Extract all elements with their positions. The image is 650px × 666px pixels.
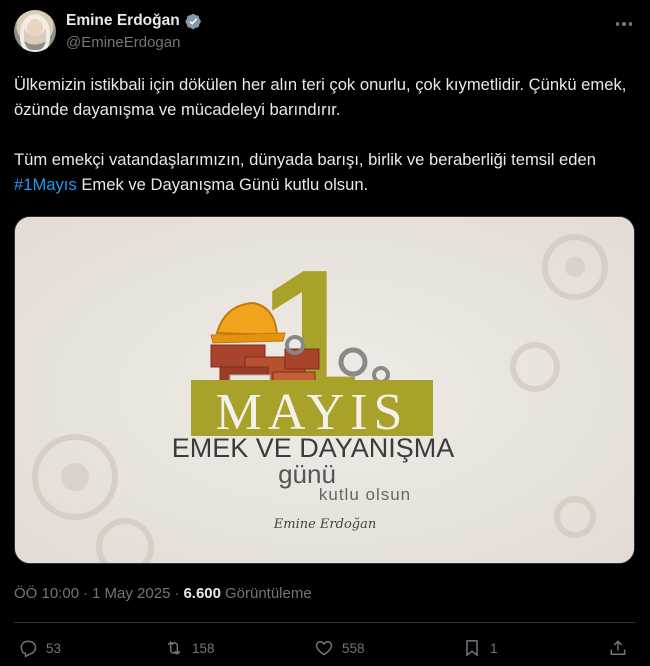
share-button[interactable] <box>608 638 628 658</box>
meta-separator: · <box>83 585 89 602</box>
reply-count: 53 <box>46 640 62 656</box>
tweet-paragraph-2: Tüm emekçi vatandaşlarımızın, dünyada ba… <box>14 147 639 197</box>
tweet-header: Emine Erdoğan @EmineErdogan <box>14 10 636 58</box>
tweet-text: Ülkemizin istikbali için dökülen her alı… <box>14 72 639 222</box>
hashtag-link[interactable]: #1Mayıs <box>14 175 77 194</box>
tweet-text-after-hashtag: Emek ve Dayanışma Günü kutlu olsun. <box>76 175 369 194</box>
repost-button[interactable]: 158 <box>164 638 215 658</box>
avatar[interactable] <box>14 10 56 52</box>
author-name[interactable]: Emine Erdoğan <box>66 12 180 30</box>
reply-button[interactable]: 53 <box>18 638 61 658</box>
tweet-date[interactable]: 1 May 2025 <box>92 585 170 602</box>
avatar-face <box>27 19 43 37</box>
bookmark-count: 1 <box>490 640 498 656</box>
tweet-meta: ÖÖ 10:00 · 1 May 2025 · 6.600 Görüntülem… <box>14 585 312 602</box>
bookmark-button[interactable]: 1 <box>462 638 498 658</box>
view-count: 6.600 <box>183 585 221 602</box>
may-day-poster: 1 MAYIS EMEK VE DAYANIŞMA günü kutlu ols… <box>15 217 634 563</box>
share-icon <box>610 640 626 655</box>
author-handle[interactable]: @EmineErdogan <box>66 34 180 51</box>
bookmark-icon <box>466 640 478 657</box>
tweet-image[interactable]: 1 MAYIS EMEK VE DAYANIŞMA günü kutlu ols… <box>14 216 635 564</box>
reply-icon <box>20 640 37 658</box>
repost-count: 158 <box>192 640 215 656</box>
heart-icon <box>315 640 333 656</box>
divider <box>14 622 636 623</box>
tweet-text-before-hashtag: Tüm emekçi vatandaşlarımızın, dünyada ba… <box>14 150 596 169</box>
more-options-icon[interactable] <box>612 14 636 34</box>
like-count: 558 <box>342 640 365 656</box>
author-name-row: Emine Erdoğan <box>66 12 202 30</box>
repost-icon <box>167 641 181 655</box>
tweet-paragraph-1: Ülkemizin istikbali için dökülen her alı… <box>14 75 627 119</box>
tweet-time[interactable]: ÖÖ 10:00 <box>14 585 79 602</box>
view-label: Görüntüleme <box>224 585 312 602</box>
verified-badge-icon <box>185 13 201 29</box>
like-button[interactable]: 558 <box>314 638 365 658</box>
poster-line3: kutlu olsun <box>319 485 411 504</box>
action-bar: 53 158 558 1 <box>14 638 636 666</box>
meta-separator-2: · <box>174 585 180 602</box>
poster-signature: Emine Erdoğan <box>273 517 376 532</box>
